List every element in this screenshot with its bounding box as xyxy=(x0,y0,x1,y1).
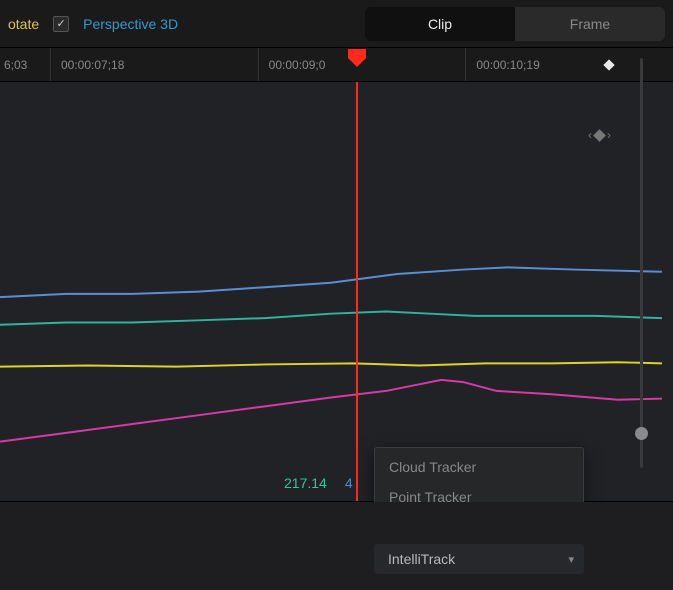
keyframe-diamond-icon[interactable] xyxy=(593,129,606,142)
vertical-scrollbar[interactable] xyxy=(640,58,643,468)
ruler-tick: 00:00:07;18 xyxy=(50,48,258,81)
curve-graph-panel[interactable]: ‹ › 217.14 4 Cloud Tracker Point Tracker… xyxy=(0,82,673,502)
tracker-type-dropdown[interactable]: IntelliTrack ▾ xyxy=(374,544,584,574)
menu-item-cloud-tracker[interactable]: Cloud Tracker xyxy=(375,452,583,482)
ruler-tick: 00:00:09;0 xyxy=(258,48,466,81)
prev-keyframe-icon[interactable]: ‹ xyxy=(588,128,592,142)
clip-frame-toggle: Clip Frame xyxy=(365,7,665,41)
perspective-3d-label[interactable]: Perspective 3D xyxy=(83,16,178,32)
mode-frame-button[interactable]: Frame xyxy=(515,7,665,41)
perspective-3d-checkbox[interactable]: ✓ xyxy=(53,16,69,32)
readout-blue: 4 xyxy=(345,475,353,491)
bottom-toolbar: IntelliTrack ▾ xyxy=(0,502,673,590)
scrollbar-thumb[interactable] xyxy=(635,427,648,440)
value-readouts: 217.14 4 xyxy=(284,475,353,491)
next-keyframe-icon[interactable]: › xyxy=(607,128,611,142)
mode-clip-button[interactable]: Clip xyxy=(365,7,515,41)
chevron-down-icon: ▾ xyxy=(568,553,574,566)
ruler-tick: 6;03 xyxy=(0,48,50,81)
keyframe-nav: ‹ › xyxy=(588,128,611,142)
rotate-toggle-label[interactable]: otate xyxy=(0,16,39,32)
readout-green: 217.14 xyxy=(284,475,327,491)
timeline-ruler[interactable]: 6;03 00:00:07;18 00:00:09;0 00:00:10;19 xyxy=(0,48,673,82)
dropdown-label: IntelliTrack xyxy=(388,551,455,567)
